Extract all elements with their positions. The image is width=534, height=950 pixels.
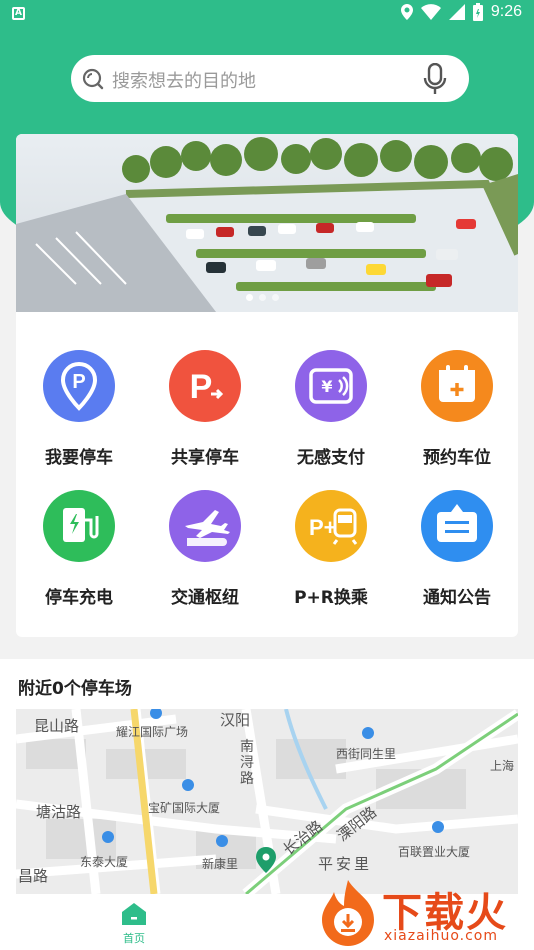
app-screen: A 9:26 搜索想去的目的地 P 我要停车 P 共享停车 ¥ 无感支付 预约车… bbox=[0, 0, 534, 950]
carousel-dots bbox=[246, 294, 279, 301]
service-ev-charging[interactable]: 停车充电 bbox=[16, 452, 142, 608]
signal-icon bbox=[448, 4, 465, 20]
map-label: 南浔路 bbox=[240, 739, 254, 787]
ev-charging-icon bbox=[43, 490, 115, 562]
parking-location-icon: P bbox=[43, 350, 115, 422]
carousel-dot[interactable] bbox=[272, 294, 279, 301]
service-label: P+R换乘 bbox=[294, 588, 368, 608]
nearby-title: 附近0个停车场 bbox=[18, 679, 132, 699]
svg-text:P: P bbox=[190, 368, 213, 406]
map-label: 耀江国际广场 bbox=[116, 725, 189, 739]
park-ride-icon: P+ bbox=[295, 490, 367, 562]
flame-logo-icon bbox=[322, 880, 374, 946]
wifi-icon bbox=[420, 4, 441, 20]
battery-icon bbox=[472, 3, 483, 21]
search-bar[interactable]: 搜索想去的目的地 bbox=[71, 55, 469, 102]
service-label: 停车充电 bbox=[45, 588, 113, 608]
status-time: 9:26 bbox=[490, 3, 522, 20]
nearby-map[interactable]: 昆山路 耀江国际广场 汉阳 南浔路 西街同生里 上海 塘沽路 宝矿国际大厦 长治… bbox=[16, 709, 518, 894]
carousel-dot[interactable] bbox=[246, 294, 253, 301]
shared-parking-icon: P bbox=[169, 350, 241, 422]
status-bar: A 9:26 bbox=[0, 0, 534, 28]
map-label: 上海 bbox=[490, 759, 515, 773]
svg-text:P: P bbox=[72, 371, 85, 393]
service-reserve[interactable]: 预约车位 bbox=[394, 312, 518, 468]
map-label: 昆山路 bbox=[34, 717, 80, 735]
map-label: 百联置业大厦 bbox=[398, 845, 471, 859]
service-contactless-pay[interactable]: ¥ 无感支付 bbox=[268, 312, 394, 468]
map-label: 宝矿国际大厦 bbox=[148, 801, 221, 815]
plane-train-icon bbox=[169, 490, 241, 562]
map-label: 西街同生里 bbox=[336, 747, 397, 761]
service-park[interactable]: P 我要停车 bbox=[16, 312, 142, 468]
tab-home-label: 首页 bbox=[123, 932, 145, 945]
map-label: 新康里 bbox=[202, 857, 239, 871]
service-transit-hub[interactable]: 交通枢纽 bbox=[142, 452, 268, 608]
svg-text:¥: ¥ bbox=[321, 377, 332, 396]
map-label: 昌路 bbox=[18, 867, 49, 885]
service-label: 通知公告 bbox=[423, 588, 491, 608]
map-label: 平安里 bbox=[318, 855, 373, 873]
service-park-ride[interactable]: P+ P+R换乘 bbox=[268, 452, 394, 608]
search-input[interactable]: 搜索想去的目的地 bbox=[112, 67, 256, 93]
service-label: 交通枢纽 bbox=[171, 588, 239, 608]
map-label: 东泰大厦 bbox=[80, 855, 129, 869]
svg-text:P+: P+ bbox=[309, 515, 337, 540]
banner-carousel[interactable] bbox=[16, 134, 518, 312]
home-icon bbox=[122, 903, 146, 925]
notice-board-icon bbox=[421, 490, 493, 562]
carousel-dot[interactable] bbox=[259, 294, 266, 301]
search-icon bbox=[82, 68, 104, 90]
service-grid: P 我要停车 P 共享停车 ¥ 无感支付 预约车位 停车充电 交通枢纽 P+ P… bbox=[16, 312, 518, 637]
microphone-icon[interactable] bbox=[423, 63, 447, 95]
calendar-reserve-icon bbox=[421, 350, 493, 422]
service-card: P 我要停车 P 共享停车 ¥ 无感支付 预约车位 停车充电 交通枢纽 P+ P… bbox=[16, 134, 518, 637]
service-shared-parking[interactable]: P 共享停车 bbox=[142, 312, 268, 468]
watermark: 下载火 xiazaihuo.com bbox=[312, 876, 534, 950]
status-icons: 9:26 bbox=[400, 3, 522, 21]
service-notice[interactable]: 通知公告 bbox=[394, 452, 518, 608]
tab-home[interactable]: 首页 bbox=[108, 900, 160, 946]
parking-lot-render-image bbox=[16, 134, 518, 312]
map-label: 汉阳 bbox=[220, 711, 251, 729]
watermark-url: xiazaihuo.com bbox=[384, 928, 498, 944]
location-icon bbox=[400, 4, 413, 20]
notification-a-icon: A bbox=[12, 7, 25, 20]
contactless-pay-icon: ¥ bbox=[295, 350, 367, 422]
map-label: 塘沽路 bbox=[36, 803, 82, 821]
